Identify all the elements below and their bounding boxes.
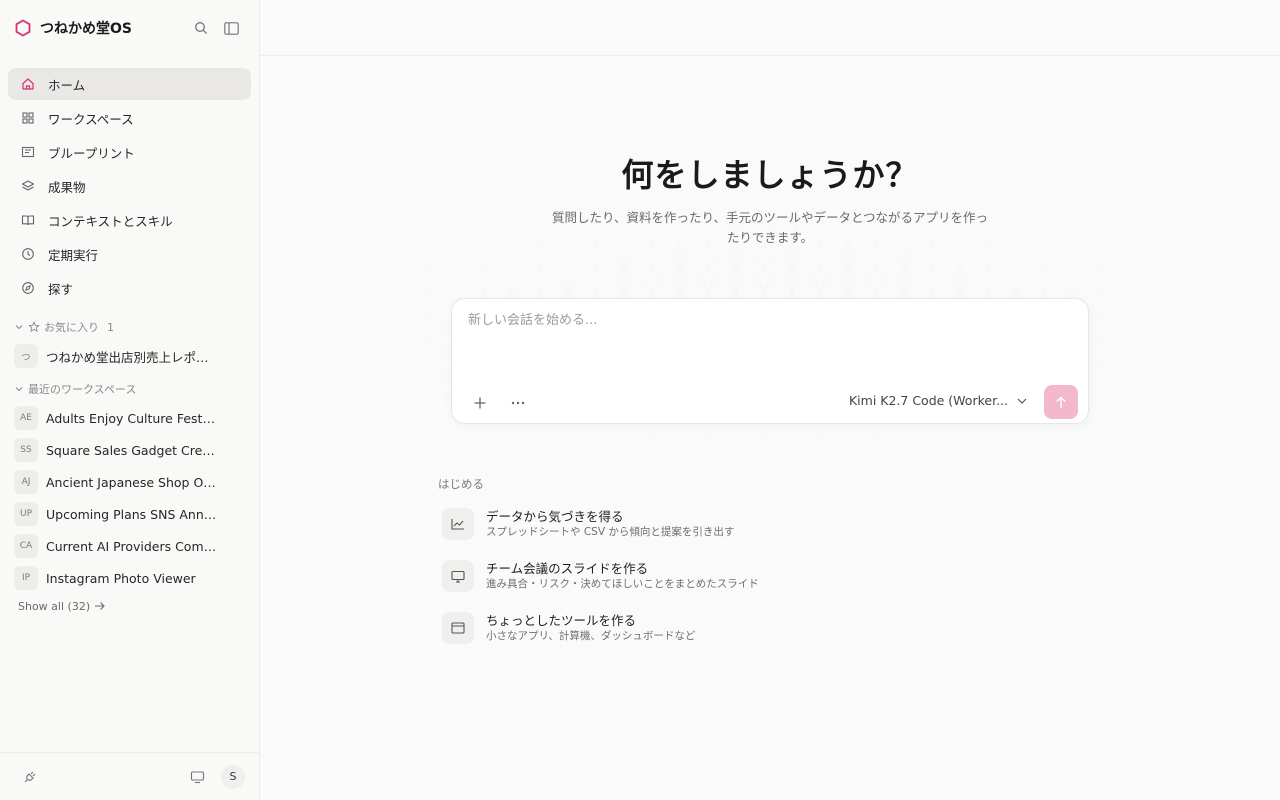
book-icon	[20, 212, 36, 228]
more-options-icon[interactable]	[506, 391, 530, 415]
workspace-badge: AE	[14, 406, 38, 430]
brand-row: つねかめ堂OS	[0, 0, 259, 56]
workspace-item[interactable]: AE Adults Enjoy Culture Festival	[0, 402, 259, 434]
chart-icon	[442, 508, 474, 540]
sidebar: つねかめ堂OS ホーム ワークスペース ブループリント 成果物 コンテキストとス…	[0, 0, 260, 800]
nav-item-context-skills[interactable]: コンテキストとスキル	[8, 204, 251, 236]
workspace-label: Instagram Photo Viewer	[46, 570, 196, 586]
favorites-count: 1	[107, 320, 114, 334]
plug-icon[interactable]	[16, 763, 44, 791]
workspace-label: Current AI Providers Compar...	[46, 538, 218, 554]
favorite-label: つねかめ堂出店別売上レポート	[46, 349, 218, 365]
arrow-right-icon	[95, 602, 105, 610]
recent-workspaces-header[interactable]: 最近のワークスペース	[0, 378, 259, 400]
favorite-item[interactable]: つ つねかめ堂出店別売上レポート	[0, 340, 259, 372]
layers-icon	[20, 178, 36, 194]
suggestion-title: ちょっとしたツールを作る	[486, 613, 637, 628]
nav-label: 探す	[48, 281, 74, 297]
nav-label: 成果物	[48, 179, 86, 195]
suggestion-item[interactable]: データから気づきを得る スプレッドシートや CSV から傾向と提案を引き出す	[442, 506, 842, 542]
main-area: 何をしましょうか？ 質問したり、資料を作ったり、手元のツールやデータとつながるア…	[260, 0, 1280, 800]
sidebar-toggle-icon[interactable]	[217, 14, 245, 42]
suggestion-desc: 進み具合・リスク・決めてほしいことをまとめたスライド	[486, 578, 759, 590]
model-selector[interactable]: Kimi K2.7 Code (Worker...	[849, 393, 1028, 408]
workspace-item[interactable]: AJ Ancient Japanese Shop Origi...	[0, 466, 259, 498]
show-all-link[interactable]: Show all (32)	[0, 594, 259, 618]
nav-item-workspace[interactable]: ワークスペース	[8, 102, 251, 134]
nav-item-scheduled[interactable]: 定期実行	[8, 238, 251, 270]
suggestion-desc: 小さなアプリ、計算機、ダッシュボードなど	[486, 630, 696, 642]
workspace-badge: つ	[14, 344, 38, 368]
workspace-item[interactable]: IP Instagram Photo Viewer	[0, 562, 259, 594]
nav-label: ワークスペース	[48, 111, 134, 127]
workspace-badge: SS	[14, 438, 38, 462]
workspace-badge: UP	[14, 502, 38, 526]
nav-item-home[interactable]: ホーム	[8, 68, 251, 100]
add-icon[interactable]	[468, 391, 492, 415]
compass-icon	[20, 280, 36, 296]
presentation-icon	[442, 560, 474, 592]
monitor-icon[interactable]	[183, 763, 211, 791]
nav-label: ブループリント	[48, 145, 135, 161]
sidebar-footer: S	[0, 752, 259, 800]
main-header-bar	[260, 0, 1280, 56]
chevron-down-icon	[1017, 398, 1027, 404]
nav-label: ホーム	[48, 77, 86, 93]
show-all-label: Show all (32)	[18, 599, 91, 613]
nav-label: コンテキストとスキル	[48, 213, 173, 229]
workspace-badge: IP	[14, 566, 38, 590]
workspace-item[interactable]: UP Upcoming Plans SNS Annou...	[0, 498, 259, 530]
start-section-label: はじめる	[438, 477, 484, 491]
hexagon-logo-icon	[15, 19, 31, 37]
page-title: 何をしましょうか？	[621, 156, 919, 194]
chevron-down-icon	[15, 325, 23, 330]
nav-item-blueprint[interactable]: ブループリント	[8, 136, 251, 168]
suggestion-title: データから気づきを得る	[486, 509, 624, 524]
workspace-label: Adults Enjoy Culture Festival	[46, 410, 218, 426]
user-avatar[interactable]: S	[221, 764, 245, 789]
window-icon	[442, 612, 474, 644]
favorites-title: お気に入り	[44, 321, 99, 334]
workspace-item[interactable]: CA Current AI Providers Compar...	[0, 530, 259, 562]
suggestion-item[interactable]: ちょっとしたツールを作る 小さなアプリ、計算機、ダッシュボードなど	[442, 610, 842, 646]
page-subtitle: 質問したり、資料を作ったり、手元のツールやデータとつながるアプリを作ったりできま…	[551, 210, 988, 245]
prompt-input[interactable]	[468, 313, 1068, 328]
chevron-down-icon	[15, 387, 23, 392]
model-name: Kimi K2.7 Code (Worker...	[848, 393, 1008, 408]
star-icon	[28, 321, 40, 333]
arrow-up-icon	[1056, 396, 1066, 408]
suggestion-title: チーム会議のスライドを作る	[486, 561, 649, 576]
recent-title: 最近のワークスペース	[28, 383, 137, 396]
suggestion-item[interactable]: チーム会議のスライドを作る 進み具合・リスク・決めてほしいことをまとめたスライド	[442, 558, 842, 594]
prompt-box: Kimi K2.7 Code (Worker...	[451, 298, 1089, 424]
workspace-label: Upcoming Plans SNS Annou...	[46, 506, 218, 522]
nav-item-explore[interactable]: 探す	[8, 272, 251, 304]
main-nav: ホーム ワークスペース ブループリント 成果物 コンテキストとスキル 定期実行 …	[0, 56, 259, 304]
workspace-label: Ancient Japanese Shop Origi...	[46, 474, 218, 490]
clock-icon	[20, 246, 36, 262]
workspace-item[interactable]: SS Square Sales Gadget Creation	[0, 434, 259, 466]
suggestion-desc: スプレッドシートや CSV から傾向と提案を引き出す	[486, 526, 735, 538]
nav-label: 定期実行	[48, 247, 99, 263]
workspace-label: Square Sales Gadget Creation	[46, 442, 218, 458]
home-icon	[20, 76, 36, 92]
workspace-badge: AJ	[14, 470, 38, 494]
grid-icon	[20, 110, 36, 126]
nav-item-deliverables[interactable]: 成果物	[8, 170, 251, 202]
blueprint-icon	[20, 144, 36, 160]
favorites-header[interactable]: お気に入り 1	[0, 316, 259, 338]
app-name: つねかめ堂OS	[40, 21, 132, 37]
workspace-badge: CA	[14, 534, 38, 558]
search-icon[interactable]	[187, 14, 215, 42]
send-button[interactable]	[1044, 385, 1078, 419]
